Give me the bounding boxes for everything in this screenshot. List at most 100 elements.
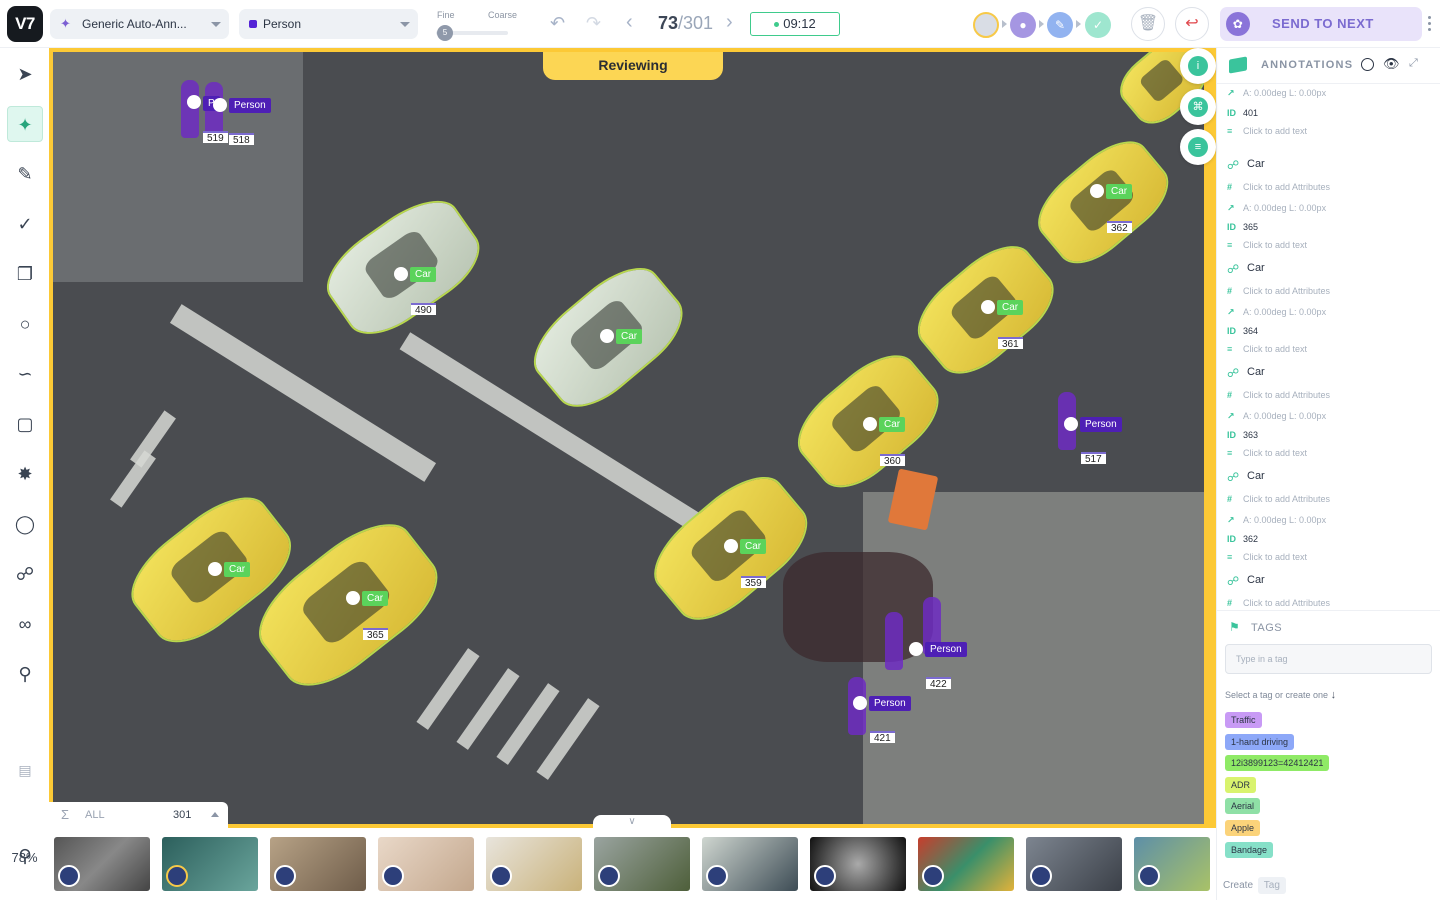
select-tool-icon[interactable]: ➤ xyxy=(7,56,43,92)
cuboid-tool-icon[interactable]: ▢ xyxy=(7,406,43,442)
annotation-item[interactable]: ☍ Car # Click to add Attributes ↗ A: 0.00d… xyxy=(1217,256,1440,360)
thumbnail[interactable] xyxy=(1026,837,1122,891)
annotation-item[interactable]: ☍ Car # Click to add Attributes ↗ A: 0.00d… xyxy=(1217,464,1440,568)
thumbnail[interactable] xyxy=(594,837,690,891)
hash-icon: # xyxy=(1227,286,1233,296)
annotation-item[interactable]: ↗ A: 0.00deg L: 0.00px ID 401 ≡ Click to ad… xyxy=(1217,84,1440,152)
id-row: ID 365 xyxy=(1227,222,1258,232)
annotation-handle[interactable] xyxy=(208,562,222,576)
annotation-handle[interactable] xyxy=(187,95,201,109)
id-row: ID 401 xyxy=(1227,108,1258,118)
frame-total: /301 xyxy=(678,13,714,33)
zoom-tool-icon[interactable]: ⚲ xyxy=(7,656,43,692)
annotation-item[interactable]: ☍ Car # Click to add Attributes ↗ A: 0.00d… xyxy=(1217,152,1440,256)
more-options-icon[interactable] xyxy=(1428,16,1432,34)
text-row[interactable]: ≡ Click to add text xyxy=(1227,344,1307,354)
annotation-class-label: Person xyxy=(229,98,271,113)
annotation-handle[interactable] xyxy=(1090,184,1104,198)
stage-review-icon[interactable]: ✓ xyxy=(1085,12,1111,38)
expand-filmstrip-icon[interactable]: ∨ xyxy=(593,815,671,829)
text-row[interactable]: ≡ Click to add text xyxy=(1227,552,1307,562)
annotation-handle[interactable] xyxy=(909,642,923,656)
polygon-icon: ☍ xyxy=(1227,262,1240,276)
attributes-row[interactable]: # Click to add Attributes xyxy=(1227,182,1330,192)
annotation-handle[interactable] xyxy=(213,98,227,112)
auto-annotate-tool-icon[interactable]: ✦ xyxy=(7,106,43,142)
expand-icon[interactable]: ⤢ xyxy=(1409,57,1418,70)
class-color-swatch xyxy=(249,20,257,28)
thumbnail[interactable] xyxy=(270,837,366,891)
thumbnail[interactable] xyxy=(918,837,1014,891)
tag-chip[interactable]: Apple xyxy=(1225,820,1261,836)
chevron-up-icon[interactable] xyxy=(211,812,219,817)
polygon-tool-icon[interactable]: ✎ xyxy=(7,156,43,192)
thumbnail[interactable] xyxy=(810,837,906,891)
add-attributes-label: Click to add Attributes xyxy=(1243,182,1331,192)
brush-size-slider-knob[interactable]: 5 xyxy=(437,25,453,41)
stage-avatar[interactable] xyxy=(973,12,999,38)
comments-icon[interactable]: ▤ xyxy=(7,752,43,788)
avatar xyxy=(1138,865,1160,887)
annotation-handle[interactable] xyxy=(394,267,408,281)
thumbnail[interactable] xyxy=(378,837,474,891)
brush-tool-icon[interactable]: ✓ xyxy=(7,206,43,242)
annotation-item[interactable]: ☍ Car # Click to add Attributes ↗ A: 0.00d… xyxy=(1217,360,1440,464)
tag-chip[interactable]: Bandage xyxy=(1225,842,1274,858)
annotations-title: ANNOTATIONS xyxy=(1261,59,1354,71)
annotation-handle[interactable] xyxy=(981,300,995,314)
thumbnail[interactable] xyxy=(486,837,582,891)
text-row[interactable]: ≡ Click to add text xyxy=(1227,448,1307,458)
select-all-icon[interactable] xyxy=(1361,58,1374,71)
annotation-handle[interactable] xyxy=(724,539,738,553)
thumbnail[interactable] xyxy=(54,837,150,891)
model-dropdown[interactable]: ✦ Generic Auto-Ann... xyxy=(50,9,229,39)
annotation-handle[interactable] xyxy=(346,591,360,605)
tag-input[interactable]: Type in a tag xyxy=(1225,644,1432,674)
undo-icon[interactable]: ↶ xyxy=(550,13,565,34)
eye-icon[interactable]: 👁 xyxy=(1383,56,1400,72)
comment-tool-icon[interactable]: ◯ xyxy=(7,506,43,542)
text-row[interactable]: ≡ Click to add text xyxy=(1227,126,1307,136)
thumbnail[interactable] xyxy=(1134,837,1210,891)
tag-chip[interactable]: Traffic xyxy=(1225,712,1262,728)
tag-chip[interactable]: 1-hand driving xyxy=(1225,734,1295,750)
annotation-item[interactable]: ☍ Car # Click to add Attributes xyxy=(1217,568,1440,610)
shortcuts-button[interactable]: ⌘ xyxy=(1180,89,1216,125)
annotation-handle[interactable] xyxy=(853,696,867,710)
attributes-row[interactable]: # Click to add Attributes xyxy=(1227,598,1330,608)
annotation-handle[interactable] xyxy=(1064,417,1078,431)
text-row[interactable]: ≡ Click to add text xyxy=(1227,240,1307,250)
tag-chip[interactable]: Aerial xyxy=(1225,798,1261,814)
info-button[interactable]: i xyxy=(1180,48,1216,84)
link-tool-icon[interactable]: ∞ xyxy=(7,606,43,642)
polyline-tool-icon[interactable]: ∽ xyxy=(7,356,43,392)
prev-frame-icon[interactable]: ‹ xyxy=(626,11,633,34)
thumbnail[interactable] xyxy=(702,837,798,891)
redo-icon[interactable]: ↷ xyxy=(586,13,601,34)
delete-icon[interactable]: 🗑 xyxy=(1131,7,1165,41)
next-frame-icon[interactable]: › xyxy=(726,11,733,34)
annotation-handle[interactable] xyxy=(863,417,877,431)
keypoint-tool-icon[interactable]: ✸ xyxy=(7,456,43,492)
class-dropdown[interactable]: Person xyxy=(239,9,418,39)
bounding-box-tool-icon[interactable]: ❐ xyxy=(7,256,43,292)
attributes-row[interactable]: # Click to add Attributes xyxy=(1227,286,1330,296)
settings-button[interactable]: ≡ xyxy=(1180,129,1216,165)
timer: 09:12 xyxy=(750,12,840,36)
skeleton-tool-icon[interactable]: ☍ xyxy=(7,556,43,592)
attributes-row[interactable]: # Click to add Attributes xyxy=(1227,494,1330,504)
send-to-next-stage-button[interactable]: ✿ SEND TO NEXT STAGE xyxy=(1220,7,1422,65)
tag-chip[interactable]: ADR xyxy=(1225,777,1257,793)
tag-chip[interactable]: 12i3899123=42412421 xyxy=(1225,755,1330,771)
create-tag-button[interactable]: Tag xyxy=(1257,877,1286,894)
annotation-handle[interactable] xyxy=(600,329,614,343)
dataset-counter[interactable]: Σ ALL 301 xyxy=(49,802,228,828)
stage-annotate-icon[interactable]: ✎ xyxy=(1047,12,1073,38)
image-canvas[interactable]: Reviewing Car 490 Car Car 362 Car 361 Ca… xyxy=(49,48,1216,828)
ellipse-tool-icon[interactable]: ○ xyxy=(7,306,43,342)
stage-model-icon[interactable]: ● xyxy=(1010,12,1036,38)
thumbnail[interactable] xyxy=(162,837,258,891)
reject-icon[interactable]: ↩ xyxy=(1175,7,1209,41)
attributes-row[interactable]: # Click to add Attributes xyxy=(1227,390,1330,400)
zoom-fit-icon[interactable]: ⚲ xyxy=(7,838,43,874)
